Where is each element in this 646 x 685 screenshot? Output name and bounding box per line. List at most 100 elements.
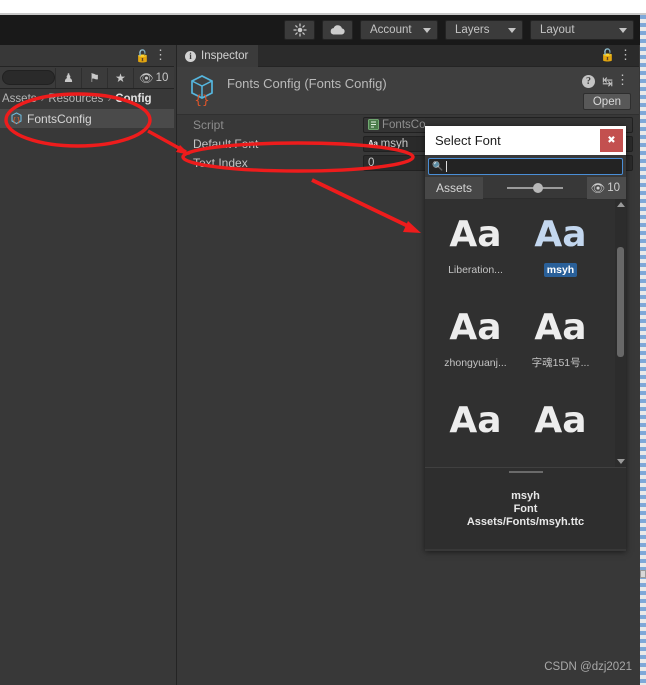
scriptable-object-icon: {} — [11, 112, 22, 124]
font-grid-item[interactable]: Aa — [433, 393, 518, 467]
tab-inspector[interactable]: i Inspector — [177, 45, 259, 67]
scroll-up-arrow-icon[interactable] — [617, 202, 625, 207]
close-icon[interactable]: ✖ — [600, 129, 623, 152]
project-search-input[interactable] — [2, 70, 55, 85]
tab-inspector-label: Inspector — [201, 50, 249, 62]
account-label: Account — [370, 24, 412, 36]
eye-off-icon: 👁 — [590, 182, 606, 195]
breadcrumb-item-config[interactable]: Config — [115, 93, 151, 105]
svg-text:{}: {} — [12, 116, 21, 124]
tab-assets[interactable]: Assets — [425, 176, 484, 199]
asset-name: FontsConfig — [27, 111, 92, 126]
chevron-down-icon — [619, 27, 627, 33]
font-item-label: zhongyuanj... — [444, 357, 507, 369]
top-white-strip — [0, 0, 646, 13]
property-label-text-index: Text Index — [193, 155, 248, 170]
inspector-object-menu-icon[interactable]: ⋮ — [616, 72, 629, 88]
chevron-down-icon — [508, 27, 516, 33]
inspector-object-header: {} Fonts Config (Fonts Config) ? ↹ ⋮ Ope… — [177, 67, 639, 115]
scriptable-object-icon: {} — [191, 75, 213, 106]
lock-icon[interactable]: 🔓 — [600, 48, 615, 62]
lighting-toggle-button[interactable] — [284, 20, 315, 40]
resize-grip[interactable] — [508, 471, 543, 473]
inspector-object-title: Fonts Config (Fonts Config) — [227, 76, 387, 91]
property-value-text-index: 0 — [368, 156, 375, 169]
project-visibility-toggle[interactable]: 👁 10 — [133, 67, 169, 88]
font-info-path: Assets/Fonts/msyh.ttc — [466, 515, 585, 528]
main-toolbar: Account Layers Layout — [0, 15, 640, 45]
font-item-label: 字魂151号... — [531, 357, 590, 369]
font-grid-scrollbar[interactable] — [615, 199, 626, 467]
info-icon: i — [185, 50, 196, 62]
slider-knob[interactable] — [532, 182, 543, 193]
font-preview-sample: Aa — [449, 307, 502, 348]
window-right-edge — [640, 15, 646, 685]
breadcrumb-item-resources[interactable]: Resources — [48, 93, 103, 105]
scrollbar-thumb[interactable] — [617, 247, 624, 357]
font-grid-item[interactable]: Aa Liberation... — [433, 207, 518, 300]
breadcrumb-separator: › — [40, 93, 45, 105]
font-grid: Aa Liberation... Aa msyh Aa zhongyuanj..… — [425, 199, 615, 467]
sun-icon — [292, 23, 307, 37]
cloud-icon — [330, 25, 345, 35]
font-item-label: Liberation... — [448, 264, 503, 276]
script-icon — [368, 119, 379, 130]
watermark: CSDN @dzj2021 — [544, 661, 632, 673]
font-grid-area: Aa Liberation... Aa msyh Aa zhongyuanj..… — [425, 199, 626, 467]
breadcrumb-item-assets[interactable]: Assets — [2, 93, 37, 105]
asset-list-item-fontsconfig[interactable]: {} FontsConfig — [0, 109, 174, 128]
project-panel: 🔓 ⋮ ♟ ⚑ ★ 👁 10 Assets › Resources › Conf… — [0, 45, 174, 685]
font-info-type: Font — [513, 502, 538, 515]
svg-text:{}: {} — [194, 93, 209, 106]
font-grid-item[interactable]: Aa — [518, 393, 603, 467]
text-caret — [446, 160, 448, 172]
property-label-script: Script — [193, 117, 224, 132]
font-preview-sample: Aa — [449, 214, 502, 255]
font-info-name: msyh — [511, 489, 540, 502]
dialog-subbar: Assets 👁 10 — [425, 176, 626, 199]
font-grid-item[interactable]: Aa zhongyuanj... — [433, 300, 518, 393]
slider-track — [506, 182, 563, 193]
filter-by-type-icon[interactable]: ♟ — [55, 67, 81, 88]
screenshot-root: Account Layers Layout 🔓 ⋮ ♟ ⚑ ★ 👁 10 Ass… — [0, 0, 646, 685]
help-icon[interactable]: ? — [582, 75, 595, 88]
font-grid-item[interactable]: Aa 字魂151号... — [518, 300, 603, 393]
property-value-script: FontsCo — [382, 118, 426, 131]
chevron-down-icon — [423, 27, 431, 33]
layers-dropdown[interactable]: Layers — [445, 20, 523, 40]
dialog-visibility-toggle[interactable]: 👁 10 — [586, 176, 626, 199]
dialog-title: Select Font — [435, 133, 501, 148]
dialog-search-row: 🔍 — [425, 155, 626, 177]
cloud-services-button[interactable] — [322, 20, 353, 40]
layers-label: Layers — [455, 24, 490, 36]
lock-icon[interactable]: 🔓 — [135, 49, 150, 63]
dialog-titlebar: Select Font ✖ — [425, 126, 626, 155]
eye-off-icon: 👁 — [139, 72, 154, 85]
scroll-down-arrow-icon[interactable] — [617, 459, 625, 464]
inspector-tabbar: i Inspector 🔓 ⋮ — [177, 45, 639, 67]
property-label-default-font: Default Font — [193, 136, 259, 151]
scroll-nub[interactable] — [640, 570, 646, 578]
open-button[interactable]: Open — [582, 93, 631, 110]
font-item-label: msyh — [543, 263, 578, 277]
font-preview-sample: Aa — [534, 307, 587, 348]
inspector-menu-icon[interactable]: ⋮ — [619, 46, 632, 64]
layout-dropdown[interactable]: Layout — [530, 20, 634, 40]
preset-icon[interactable]: ↹ — [602, 74, 613, 90]
font-info-panel: msyh Font Assets/Fonts/msyh.ttc — [425, 467, 626, 549]
favorites-star-icon[interactable]: ★ — [107, 67, 133, 88]
project-visibility-count: 10 — [155, 71, 169, 84]
filter-by-label-icon[interactable]: ⚑ — [81, 67, 107, 88]
font-preview-sample: Aa — [449, 400, 502, 441]
thumbnail-size-slider[interactable] — [483, 182, 587, 193]
font-grid-item-selected[interactable]: Aa msyh — [518, 207, 603, 300]
font-preview-sample: Aa — [534, 214, 587, 255]
select-font-dialog: Select Font ✖ 🔍 Assets 👁 10 Aa Liberatio… — [425, 126, 626, 551]
breadcrumb: Assets › Resources › Config — [0, 89, 174, 109]
font-preview-sample: Aa — [534, 400, 587, 441]
dialog-visibility-count: 10 — [607, 181, 620, 194]
project-toolbar: ♟ ⚑ ★ 👁 10 — [0, 67, 174, 89]
panel-menu-icon[interactable]: ⋮ — [154, 47, 167, 63]
account-dropdown[interactable]: Account — [360, 20, 438, 40]
font-search-input[interactable]: 🔍 — [428, 157, 623, 175]
